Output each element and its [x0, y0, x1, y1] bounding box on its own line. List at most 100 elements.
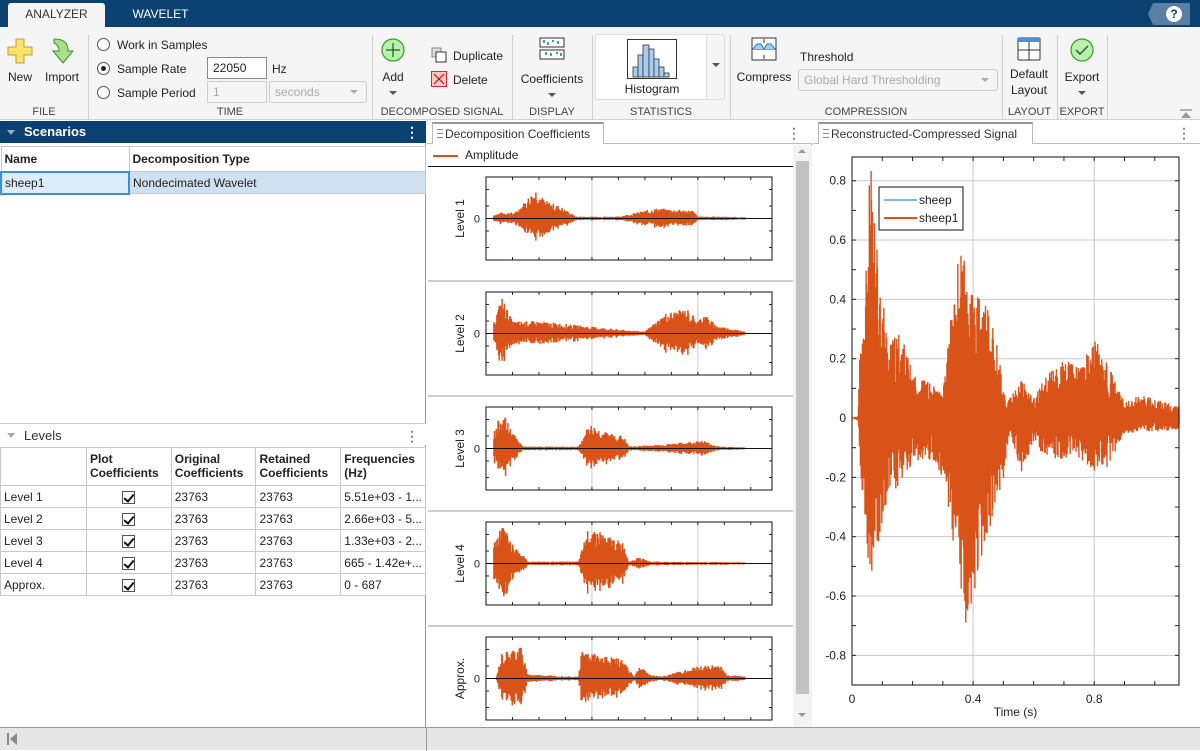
y-tick-label: 0.8 [829, 174, 846, 188]
tab-decomposition-coefficients[interactable]: Decomposition Coefficients [432, 122, 604, 144]
scroll-up-icon[interactable] [798, 149, 806, 153]
scrollbar-thumb[interactable] [796, 161, 809, 694]
scroll-down-icon[interactable] [798, 713, 806, 717]
plot-checkbox[interactable] [122, 556, 136, 570]
sample-rate-radio[interactable] [97, 62, 110, 75]
collapse-triangle-icon[interactable] [7, 433, 15, 438]
toolstrip-tabbar: ANALYZER WAVELET ? [0, 0, 1200, 27]
default-layout-button[interactable]: Default Layout [1006, 37, 1052, 97]
table-row[interactable]: Approx. 23763 23763 0 - 687 [0, 573, 426, 596]
frequencies-cell: 665 - 1.42e+... [340, 551, 426, 574]
subplot-label: Level 2 [453, 314, 467, 353]
frequencies-cell: 1.33e+03 - 2... [340, 529, 426, 552]
signal-trace [493, 417, 746, 477]
header-line: Coefficients [89, 466, 159, 480]
sample-period-unit-dropdown[interactable]: seconds [269, 81, 367, 103]
gallery-expand-button[interactable] [706, 35, 724, 99]
help-button[interactable]: ? [1148, 3, 1190, 25]
work-in-samples-radio[interactable] [97, 38, 110, 51]
subplot-label: Level 1 [453, 199, 467, 238]
column-header-retained-coefficients[interactable]: Retained Coefficients [255, 447, 342, 486]
divider [426, 728, 427, 751]
add-button[interactable]: Add [378, 37, 408, 98]
frequencies-cell: 2.66e+03 - 5... [340, 507, 426, 530]
drag-grip-icon[interactable] [823, 129, 829, 138]
layout-group-label: LAYOUT [1007, 106, 1052, 118]
decomposition-menu-icon[interactable]: ⋮ [787, 126, 801, 140]
table-row[interactable]: Level 1 23763 23763 5.51e+03 - 1... [0, 485, 426, 508]
signal-trace [493, 528, 746, 597]
column-header-level [0, 447, 87, 486]
scenarios-header: Scenarios ⋮ [0, 121, 426, 143]
levels-menu-icon[interactable]: ⋮ [405, 429, 419, 443]
subplot-label: Level 4 [453, 544, 467, 583]
plot-coefficients-cell [85, 485, 172, 508]
table-row[interactable]: Level 3 23763 23763 1.33e+03 - 2... [0, 529, 426, 552]
header-line: Plot [89, 452, 113, 466]
table-row[interactable]: Level 4 23763 23763 665 - 1.42e+... [0, 551, 426, 574]
tab-analyzer[interactable]: ANALYZER [8, 3, 105, 27]
collapse-triangle-icon[interactable] [7, 130, 15, 135]
y-tick-label: 0 [839, 411, 846, 425]
scenario-name-cell[interactable]: sheep1 [0, 170, 130, 195]
sample-period-input[interactable]: 1 [207, 81, 267, 103]
compress-button[interactable]: Compress [736, 37, 792, 84]
tab-wavelet[interactable]: WAVELET [113, 3, 208, 27]
collapse-left-icon[interactable] [7, 733, 19, 745]
retained-coefficients-cell: 23763 [255, 573, 342, 596]
scenarios-menu-icon[interactable]: ⋮ [405, 125, 419, 139]
frequencies-cell: 0 - 687 [340, 573, 426, 596]
new-button[interactable]: New [5, 37, 35, 84]
scenario-type-cell[interactable]: Nondecimated Wavelet [128, 171, 426, 194]
collapse-up-icon [1180, 109, 1192, 118]
header-line: (Hz) [344, 466, 367, 480]
column-header-decomposition-type[interactable]: Decomposition Type [128, 146, 426, 172]
y-tick-label: -0.6 [825, 589, 846, 603]
plot-checkbox[interactable] [122, 578, 136, 592]
import-button[interactable]: Import [42, 37, 82, 84]
sample-period-radio[interactable] [97, 86, 110, 99]
threshold-dropdown[interactable]: Global Hard Thresholding [798, 69, 998, 91]
signal-trace [493, 298, 746, 361]
tab-reconstructed-compressed-signal[interactable]: Reconstructed-Compressed Signal [818, 122, 1033, 144]
sheep1-trace [852, 171, 1179, 623]
coefficients-button[interactable]: Coefficients [517, 37, 587, 100]
original-coefficients-cell: 23763 [170, 485, 257, 508]
vertical-scrollbar[interactable] [793, 145, 812, 727]
subplot-level-2: 0 Level 2 [428, 291, 793, 397]
plot-checkbox[interactable] [122, 512, 136, 526]
reconstructed-menu-icon[interactable]: ⋮ [1177, 126, 1191, 140]
plot-checkbox[interactable] [122, 490, 136, 504]
plot-checkbox[interactable] [122, 534, 136, 548]
compress-icon [751, 37, 777, 61]
drag-grip-icon[interactable] [437, 129, 443, 138]
default-layout-label-2: Layout [1010, 83, 1048, 97]
collapse-ribbon-button[interactable] [1180, 107, 1192, 118]
help-icon: ? [1166, 6, 1182, 22]
import-label: Import [44, 70, 79, 84]
y-tick-label: 0 [474, 674, 480, 686]
y-tick-label: 0.6 [829, 233, 846, 247]
export-button[interactable]: Export [1061, 37, 1103, 98]
table-row[interactable]: sheep1 Nondecimated Wavelet [0, 170, 426, 195]
reconstructed-tab-label: Reconstructed-Compressed Signal [831, 127, 1018, 141]
sample-rate-input[interactable]: 22050 [207, 57, 267, 79]
frequencies-cell: 5.51e+03 - 1... [340, 485, 426, 508]
ribbon: New Import FILE Work in Samples Sample R… [0, 27, 1200, 120]
reconstructed-axes: -0.8 -0.6 -0.4 -0.2 0 0.2 0.4 0.6 0.8 0 0.4 0.8 Time… [825, 156, 1179, 719]
header-line: Coefficients [259, 466, 329, 480]
header-line: Original [174, 452, 221, 466]
export-group-label: EXPORT [1059, 106, 1105, 118]
decomposition-tab-label: Decomposition Coefficients [445, 127, 591, 141]
column-header-original-coefficients[interactable]: Original Coefficients [170, 447, 257, 486]
column-header-frequencies[interactable]: Frequencies (Hz) [340, 447, 426, 486]
level-name-cell: Level 4 [0, 551, 87, 574]
column-header-plot-coefficients[interactable]: Plot Coefficients [85, 447, 172, 486]
table-row[interactable]: Level 2 23763 23763 2.66e+03 - 5... [0, 507, 426, 530]
histogram-button[interactable]: Histogram [598, 37, 706, 97]
chevron-down-icon [548, 93, 556, 97]
x-tick-label: 0.4 [965, 692, 982, 706]
sample-rate-label: Sample Rate [117, 62, 187, 76]
column-header-name[interactable]: Name [0, 146, 130, 172]
file-group-label: FILE [32, 106, 56, 118]
